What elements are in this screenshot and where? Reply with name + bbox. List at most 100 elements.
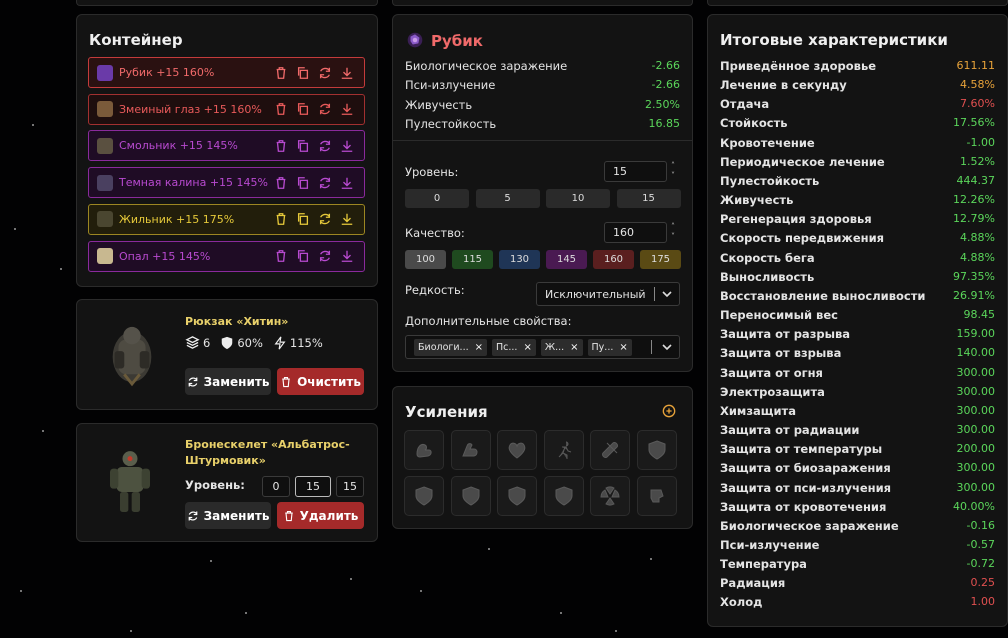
download-icon[interactable]: [340, 249, 354, 263]
stat-name: Температура: [720, 557, 807, 572]
container-item[interactable]: Жильник +15 175%: [88, 203, 365, 235]
booster-slot[interactable]: [590, 476, 631, 516]
booster-slot[interactable]: [590, 430, 631, 470]
download-icon[interactable]: [340, 102, 354, 116]
property-chip: Пу... ×: [587, 338, 632, 356]
download-icon[interactable]: [340, 139, 354, 153]
armor-replace-button[interactable]: Заменить: [185, 502, 271, 529]
stat-value: 300.00: [956, 403, 996, 417]
download-icon[interactable]: [340, 212, 354, 226]
summary-stat-row: Скорость бега 4.88%: [720, 251, 995, 269]
stat-value: -0.57: [966, 538, 995, 551]
download-icon[interactable]: [340, 176, 354, 190]
refresh-icon[interactable]: [318, 66, 332, 80]
quality-input[interactable]: 160: [604, 222, 667, 243]
container-item[interactable]: Смольник +15 145%: [88, 130, 365, 162]
booster-slot[interactable]: [497, 476, 538, 516]
refresh-icon[interactable]: [318, 139, 332, 153]
stat-value: 4.88%: [960, 250, 995, 264]
summary-stat-row: Пулестойкость 444.37: [720, 174, 995, 192]
level-preset-button[interactable]: 0: [405, 189, 469, 208]
artifact-panel: Рубик Биологическое заражение -2.66 Пси-из…: [392, 14, 693, 372]
refresh-icon[interactable]: [318, 249, 332, 263]
booster-slot[interactable]: [637, 476, 677, 516]
close-icon[interactable]: ×: [570, 342, 578, 353]
stat-name: Пси-излучение: [720, 538, 820, 552]
trash-icon[interactable]: [274, 176, 288, 190]
trash-icon[interactable]: [274, 212, 288, 226]
booster-slot[interactable]: [543, 476, 584, 516]
copy-icon[interactable]: [296, 212, 310, 226]
container-item[interactable]: Змеиный глаз +15 160%: [88, 93, 365, 125]
quality-preset-button[interactable]: 100: [405, 250, 446, 269]
booster-slot[interactable]: [497, 430, 538, 470]
copy-icon[interactable]: [296, 176, 310, 190]
ruby-artifact-icon: [97, 64, 113, 81]
summary-panel: Итоговые характеристики Приведённое здор…: [707, 14, 1008, 627]
extra-multiselect[interactable]: Биологи... × Пс... × Ж... × Пу... ×: [405, 335, 680, 359]
stat-value: 26.91%: [953, 288, 995, 302]
trash-icon[interactable]: [274, 66, 288, 80]
booster-slot[interactable]: [450, 476, 491, 516]
quality-preset-button[interactable]: 115: [452, 250, 493, 269]
booster-slot[interactable]: [543, 430, 584, 470]
ruby-artifact-icon: [407, 32, 423, 48]
booster-slot[interactable]: [637, 430, 677, 470]
level-input[interactable]: 15: [604, 161, 667, 182]
level-stepper[interactable]: ˄ ˅: [671, 161, 675, 181]
stat-value: 97.35%: [953, 269, 995, 283]
quality-preset-button[interactable]: 175: [640, 250, 681, 269]
trash-icon[interactable]: [274, 139, 288, 153]
armor-delete-button[interactable]: Удалить: [277, 502, 364, 529]
level-preset-button[interactable]: 10: [546, 189, 610, 208]
booster-slot[interactable]: [450, 430, 491, 470]
copy-icon[interactable]: [296, 249, 310, 263]
summary-stat-row: Защита от температуры 200.00: [720, 442, 995, 460]
copy-icon[interactable]: [296, 66, 310, 80]
booster-slot[interactable]: [404, 430, 444, 470]
quality-stepper[interactable]: ˄ ˅: [671, 222, 675, 242]
refresh-icon[interactable]: [318, 212, 332, 226]
copy-icon[interactable]: [296, 139, 310, 153]
quality-preset-button[interactable]: 160: [593, 250, 634, 269]
close-icon[interactable]: ×: [475, 342, 483, 353]
property-chip: Пс... ×: [492, 338, 536, 356]
summary-stat-row: Холод 1.00: [720, 595, 995, 613]
container-item[interactable]: Рубик +15 160%: [88, 57, 365, 88]
level-preset-button[interactable]: 15: [616, 189, 681, 208]
select-separator: [651, 340, 652, 354]
trash-icon[interactable]: [274, 249, 288, 263]
vein-artifact-icon: [97, 211, 113, 228]
booster-slot[interactable]: [404, 476, 444, 516]
artifact-stat-row: Живучесть 2.50%: [405, 98, 680, 116]
rarity-select[interactable]: Исключительный: [536, 282, 680, 306]
quality-preset-button[interactable]: 130: [499, 250, 540, 269]
armor-panel: Бронескелет «Альбатрос-Штурмовик» Уровен…: [76, 423, 378, 542]
add-circle-icon[interactable]: [662, 404, 676, 418]
refresh-icon[interactable]: [318, 102, 332, 116]
copy-icon[interactable]: [296, 102, 310, 116]
trash-icon[interactable]: [274, 102, 288, 116]
container-item[interactable]: Опал +15 145%: [88, 240, 365, 272]
backpack-replace-label: Заменить: [203, 374, 270, 389]
summary-stat-row: Температура -0.72: [720, 557, 995, 575]
backpack-replace-button[interactable]: Заменить: [185, 368, 271, 395]
backpack-panel: Рюкзак «Хитин» 6 60% 115% Заменить Очист…: [76, 299, 378, 410]
container-item[interactable]: Темная калина +15 145%: [88, 167, 365, 199]
close-icon[interactable]: ×: [523, 342, 531, 353]
stat-value: 300.00: [956, 480, 996, 494]
stat-name: Радиация: [720, 576, 786, 591]
armor-level-box[interactable]: 0: [262, 476, 290, 497]
stat-name: Химзащита: [720, 403, 796, 418]
download-icon[interactable]: [340, 66, 354, 80]
close-icon[interactable]: ×: [619, 342, 627, 353]
backpack-clear-button[interactable]: Очистить: [277, 368, 364, 395]
lightning-icon: [274, 336, 286, 349]
stat-name: Защита от температуры: [720, 442, 883, 457]
armor-level-box[interactable]: 15: [336, 476, 364, 497]
level-preset-button[interactable]: 5: [475, 189, 540, 208]
armor-level-box[interactable]: 15: [295, 476, 331, 497]
quality-preset-button[interactable]: 145: [546, 250, 587, 269]
refresh-icon[interactable]: [318, 176, 332, 190]
stat-name: Пулестойкость: [720, 173, 820, 188]
